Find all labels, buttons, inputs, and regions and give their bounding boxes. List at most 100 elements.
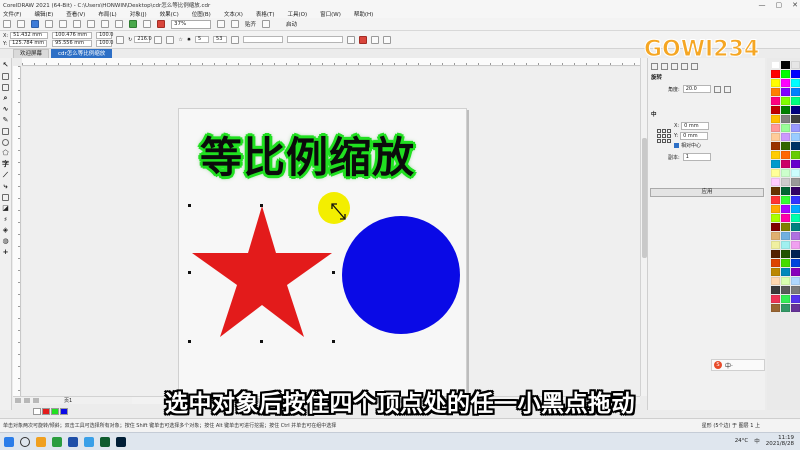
ellipse-tool-icon[interactable] <box>2 139 9 146</box>
menu-table[interactable]: 表格(T) <box>256 10 275 18</box>
color-swatch[interactable] <box>771 160 780 168</box>
gear-icon[interactable] <box>262 20 271 28</box>
transparency-tool-icon[interactable]: ◪ <box>2 205 9 212</box>
document-color-swatch[interactable] <box>51 408 59 415</box>
color-swatch[interactable] <box>771 205 780 213</box>
star-tool-icon[interactable]: ☆ <box>178 37 182 43</box>
color-swatch[interactable] <box>781 151 790 159</box>
color-swatch[interactable] <box>791 304 800 312</box>
mirror-horizontal-icon[interactable] <box>154 35 163 44</box>
close-button[interactable]: ✕ <box>792 1 798 9</box>
color-swatch[interactable] <box>791 79 800 87</box>
handle-top-middle[interactable] <box>260 204 263 207</box>
color-swatch[interactable] <box>791 295 800 303</box>
start-button-icon[interactable] <box>4 436 14 447</box>
color-swatch[interactable] <box>781 187 790 195</box>
color-swatch[interactable] <box>791 97 800 105</box>
eyedropper-icon[interactable]: ⸗ <box>2 216 9 223</box>
color-swatch[interactable] <box>781 196 790 204</box>
scale-height-input[interactable]: 100.0 <box>96 40 113 47</box>
apply-button[interactable]: 应用 <box>650 188 764 197</box>
color-swatch[interactable] <box>781 268 790 276</box>
points-input[interactable]: 5 <box>195 36 210 43</box>
search-icon[interactable] <box>20 436 30 447</box>
print-icon[interactable] <box>45 20 53 28</box>
copy-icon[interactable] <box>73 20 81 28</box>
polygon-tool-icon[interactable]: ⬠ <box>2 150 9 157</box>
menu-window[interactable]: 窗口(W) <box>320 10 341 18</box>
color-swatch[interactable] <box>781 70 790 78</box>
skew-mode-icon[interactable] <box>691 63 698 70</box>
color-swatch[interactable] <box>791 268 800 276</box>
cut-icon[interactable] <box>59 20 67 28</box>
menu-object[interactable]: 对象(J) <box>130 10 147 18</box>
color-swatch[interactable] <box>791 142 800 150</box>
import-icon[interactable] <box>143 20 151 28</box>
center-y-input[interactable]: 0 mm <box>680 132 709 140</box>
browser-icon[interactable] <box>52 436 62 447</box>
to-back-icon[interactable] <box>371 35 380 44</box>
red-star[interactable] <box>192 206 332 337</box>
zoom-level-select[interactable]: 37% <box>171 19 211 29</box>
color-swatch[interactable] <box>791 151 800 159</box>
color-swatch[interactable] <box>781 205 790 213</box>
color-swatch[interactable] <box>781 133 790 141</box>
save-icon[interactable] <box>31 20 39 28</box>
document-color-swatch[interactable] <box>42 408 50 415</box>
color-swatch[interactable] <box>781 214 790 222</box>
color-swatch[interactable] <box>771 277 780 285</box>
add-tool-icon[interactable]: + <box>2 249 9 256</box>
color-swatch[interactable] <box>781 115 790 123</box>
color-swatch[interactable] <box>781 250 790 258</box>
edge-icon[interactable] <box>84 436 94 447</box>
color-swatch[interactable] <box>771 232 780 240</box>
y-position-input[interactable]: 125.784 mm <box>9 40 48 47</box>
color-swatch[interactable] <box>791 232 800 240</box>
undo-icon[interactable] <box>101 20 109 28</box>
anchor-grid[interactable] <box>657 128 671 143</box>
position-mode-icon[interactable] <box>651 63 658 70</box>
color-swatch[interactable] <box>791 223 800 231</box>
counterclockwise-icon[interactable] <box>723 85 731 93</box>
menu-text[interactable]: 文本(X) <box>224 10 243 18</box>
tab-welcome[interactable]: 欢迎屏幕 <box>13 49 50 58</box>
complex-star-icon[interactable]: ✸ <box>187 37 191 43</box>
color-swatch[interactable] <box>791 241 800 249</box>
color-swatch[interactable] <box>771 214 780 222</box>
color-swatch[interactable] <box>791 70 800 78</box>
color-swatch[interactable] <box>781 142 790 150</box>
color-swatch[interactable] <box>791 61 800 69</box>
height-input[interactable]: 95.556 mm <box>52 40 93 47</box>
ime-toolbar[interactable]: S 中· <box>711 359 765 371</box>
color-swatch[interactable] <box>771 88 780 96</box>
outline-width-icon[interactable] <box>231 35 240 44</box>
color-swatch[interactable] <box>781 106 790 114</box>
rotate-mode-icon[interactable] <box>661 63 668 70</box>
color-swatch[interactable] <box>781 259 790 267</box>
parallel-dimension-icon[interactable]: ⟋ <box>2 172 9 179</box>
file-explorer-icon[interactable] <box>36 436 46 447</box>
tray-ime[interactable]: 中 <box>754 437 760 445</box>
color-swatch[interactable] <box>771 196 780 204</box>
x-position-input[interactable]: 51.432 mm <box>10 32 49 39</box>
menu-bitmaps[interactable]: 位图(B) <box>192 10 211 18</box>
color-swatch[interactable] <box>771 142 780 150</box>
outline-width-select[interactable] <box>243 36 284 43</box>
color-swatch[interactable] <box>791 196 800 204</box>
color-swatch[interactable] <box>791 187 800 195</box>
color-swatch[interactable] <box>771 304 780 312</box>
mirror-vertical-icon[interactable] <box>166 35 175 44</box>
menu-file[interactable]: 文件(F) <box>3 10 21 18</box>
handle-top-left[interactable] <box>188 204 191 207</box>
menu-layout[interactable]: 布局(L) <box>98 10 116 18</box>
color-swatch[interactable] <box>771 286 780 294</box>
weather-temp[interactable]: 24°C <box>735 438 749 444</box>
lock-ratio-icon[interactable] <box>116 35 125 44</box>
color-swatch[interactable] <box>771 70 780 78</box>
open-icon[interactable] <box>17 20 25 28</box>
color-swatch[interactable] <box>781 169 790 177</box>
zoom-tool-icon[interactable]: ⌕ <box>2 95 9 102</box>
clockwise-icon[interactable] <box>713 85 721 93</box>
shape-tool-icon[interactable] <box>2 73 9 80</box>
center-x-input[interactable]: 0 mm <box>681 122 710 130</box>
